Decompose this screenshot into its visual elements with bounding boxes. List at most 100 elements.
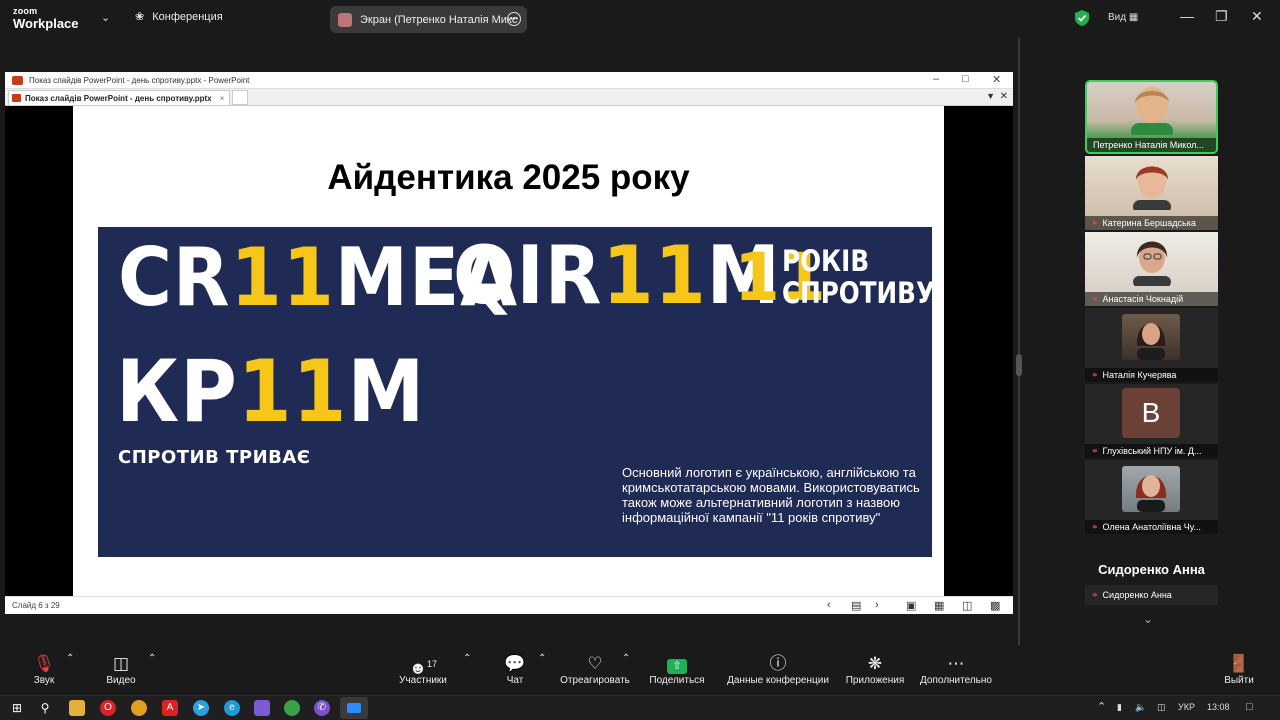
search-icon[interactable]: ⚲: [37, 700, 53, 716]
ppt-title-bar: Показ слайдів PowerPoint - день спротиву…: [5, 72, 1013, 88]
pdf-reader-icon[interactable]: A: [162, 700, 178, 716]
close-icon[interactable]: ✕: [992, 73, 1001, 86]
apps-icon: ❋: [867, 654, 883, 673]
language-indicator[interactable]: УКР: [1178, 702, 1195, 712]
audio-options-chevron[interactable]: ⌃: [66, 653, 74, 664]
notifications-icon[interactable]: □: [1246, 701, 1253, 713]
splitter-handle[interactable]: [1016, 354, 1022, 376]
close-icon[interactable]: ✕: [1000, 91, 1008, 102]
ppt-status-bar: Слайд 6 з 29 ‹ ▤ › ▣ ▦ ◫ ▩: [5, 596, 1013, 614]
share-button[interactable]: ⇧ Поделиться: [648, 653, 706, 686]
minimize-icon[interactable]: –: [933, 73, 939, 85]
participant-tile[interactable]: ⚭ Наталія Кучерява: [1085, 308, 1218, 382]
more-options-icon[interactable]: •••: [507, 12, 521, 26]
zoom-taskbar-icon[interactable]: [340, 697, 368, 719]
mic-muted-icon: ⚭: [1091, 218, 1099, 228]
participant-tile[interactable]: Петренко Наталія Микол...: [1085, 80, 1218, 154]
chrome-icon[interactable]: [131, 700, 147, 716]
chevron-down-icon[interactable]: ⌄: [101, 11, 110, 24]
paw-icon: ❀: [135, 11, 145, 23]
more-button[interactable]: ⋯ Дополнительно: [917, 653, 995, 686]
grid-icon: ▦: [1128, 12, 1139, 23]
mic-muted-icon: ⚭: [1091, 294, 1099, 304]
reading-view-icon[interactable]: ◫: [962, 599, 972, 612]
leave-button[interactable]: 🚪 Выйти: [1222, 653, 1256, 686]
slide-menu-icon[interactable]: ▤: [851, 599, 861, 612]
tray-expand-icon[interactable]: ⌃: [1097, 700, 1106, 713]
logo-qirim: QIR11M: [453, 229, 781, 322]
participant-tile[interactable]: ⚭ Олена Анатоліївна Чу...: [1085, 460, 1218, 534]
video-button[interactable]: ◫ Видео: [104, 653, 138, 686]
mic-muted-icon: 🎙: [33, 654, 55, 673]
logo-krym-subtitle: СПРОТИВ ТРИВАЄ: [118, 447, 311, 468]
shield-icon[interactable]: [1075, 10, 1089, 26]
ppt-tab[interactable]: Показ слайдів PowerPoint - день спротиву…: [8, 90, 231, 105]
leave-icon: 🚪: [1228, 654, 1250, 673]
chevron-down-icon[interactable]: ⌄: [1143, 612, 1153, 626]
slide-title: Айдентика 2025 року: [327, 158, 690, 197]
mic-muted-icon: ⚭: [1091, 446, 1099, 456]
mic-muted-icon: ⚭: [1091, 590, 1099, 600]
slide-counter: Слайд 6 з 29: [12, 601, 60, 610]
opera-icon[interactable]: O: [100, 700, 116, 716]
zoom-logo: zoom Workplace: [13, 6, 79, 31]
react-button[interactable]: ♡ Отреагировать: [559, 653, 631, 686]
participants-options-chevron[interactable]: ⌃: [463, 653, 471, 664]
slideshow-stage: Айдентика 2025 року CR11MEA QIR11M 11 РО…: [5, 106, 1013, 596]
sorter-view-icon[interactable]: ▦: [934, 599, 944, 612]
participant-name: ⚭ Наталія Кучерява: [1085, 368, 1218, 382]
photos-icon[interactable]: [254, 700, 270, 716]
logo-11-text: РОКІВ СПРОТИВУ: [782, 244, 935, 311]
normal-view-icon[interactable]: ▣: [906, 599, 916, 612]
shared-powerpoint-window: Показ слайдів PowerPoint - день спротиву…: [5, 72, 1013, 614]
view-menu[interactable]: Вид ▦: [1108, 12, 1138, 23]
battery-icon[interactable]: ▮: [1117, 702, 1122, 713]
edge-icon[interactable]: e: [224, 700, 240, 716]
info-icon: ⓘ: [769, 654, 787, 673]
participant-name: Петренко Наталія Микол...: [1087, 138, 1216, 152]
participant-tile[interactable]: ⚭ Анастасія Чокнадій: [1085, 232, 1218, 306]
participant-tile[interactable]: ⚭ Сидоренко Анна: [1085, 585, 1218, 605]
apps-button[interactable]: ❋ Приложения: [843, 653, 907, 686]
telegram-icon[interactable]: ➤: [193, 700, 209, 716]
file-explorer-icon[interactable]: [69, 700, 85, 716]
chrome-alt-icon[interactable]: [284, 700, 300, 716]
prev-slide-icon[interactable]: ‹: [827, 599, 831, 611]
participant-big-name: Сидоренко Анна: [1098, 562, 1205, 577]
close-icon[interactable]: ✕: [1251, 8, 1263, 25]
viber-icon[interactable]: ✆: [314, 700, 330, 716]
chat-options-chevron[interactable]: ⌃: [538, 653, 546, 664]
network-icon[interactable]: ◫: [1157, 702, 1166, 713]
panel-splitter[interactable]: [1018, 38, 1020, 645]
close-icon[interactable]: ×: [220, 94, 225, 103]
participant-face: [1135, 475, 1167, 512]
new-tab-button[interactable]: [232, 90, 249, 105]
meeting-info-button[interactable]: ⓘ Данные конференции: [724, 653, 832, 686]
identity-banner: CR11MEA QIR11M 11 РОКІВ СПРОТИВУ КР11М С…: [98, 227, 935, 557]
meeting-toolbar: 🎙 Звук ⌃ ◫ Видео ⌃ ☻17 Участники ⌃ 💬 Чат…: [0, 645, 1280, 695]
minimize-icon[interactable]: —: [1180, 8, 1194, 24]
audio-button[interactable]: 🎙 Звук: [31, 653, 57, 686]
meeting-menu[interactable]: ❀ Конференция: [135, 10, 223, 24]
participant-tile[interactable]: В ⚭ Глухівський НПУ ім. Д...: [1085, 384, 1218, 458]
logo-description: Основний логотип є українською, англійсь…: [622, 465, 920, 525]
windows-start-icon[interactable]: ⊞: [9, 700, 25, 716]
next-slide-icon[interactable]: ›: [875, 599, 879, 611]
react-options-chevron[interactable]: ⌃: [622, 653, 630, 664]
video-options-chevron[interactable]: ⌃: [148, 653, 156, 664]
avatar: В: [1122, 388, 1180, 438]
dropdown-icon[interactable]: ▼: [986, 91, 995, 101]
restore-icon[interactable]: ❐: [1215, 8, 1228, 25]
participants-button[interactable]: ☻17 Участники: [396, 653, 450, 686]
clock[interactable]: 13:08: [1207, 702, 1230, 712]
slideshow-view-icon[interactable]: ▩: [990, 599, 1000, 612]
volume-icon[interactable]: 🔈: [1135, 702, 1146, 713]
participants-icon: ☻17: [409, 658, 437, 678]
restore-icon[interactable]: □: [962, 73, 969, 85]
participant-tile[interactable]: ⚭ Катерина Бершадська: [1085, 156, 1218, 230]
chat-button[interactable]: 💬 Чат: [503, 653, 527, 686]
participant-face: [1133, 241, 1171, 286]
logo-krym: КР11М: [116, 342, 426, 442]
screen-share-indicator[interactable]: Экран (Петренко Наталія Микс •••: [330, 6, 527, 33]
slide: Айдентика 2025 року CR11MEA QIR11M 11 РО…: [73, 106, 944, 596]
